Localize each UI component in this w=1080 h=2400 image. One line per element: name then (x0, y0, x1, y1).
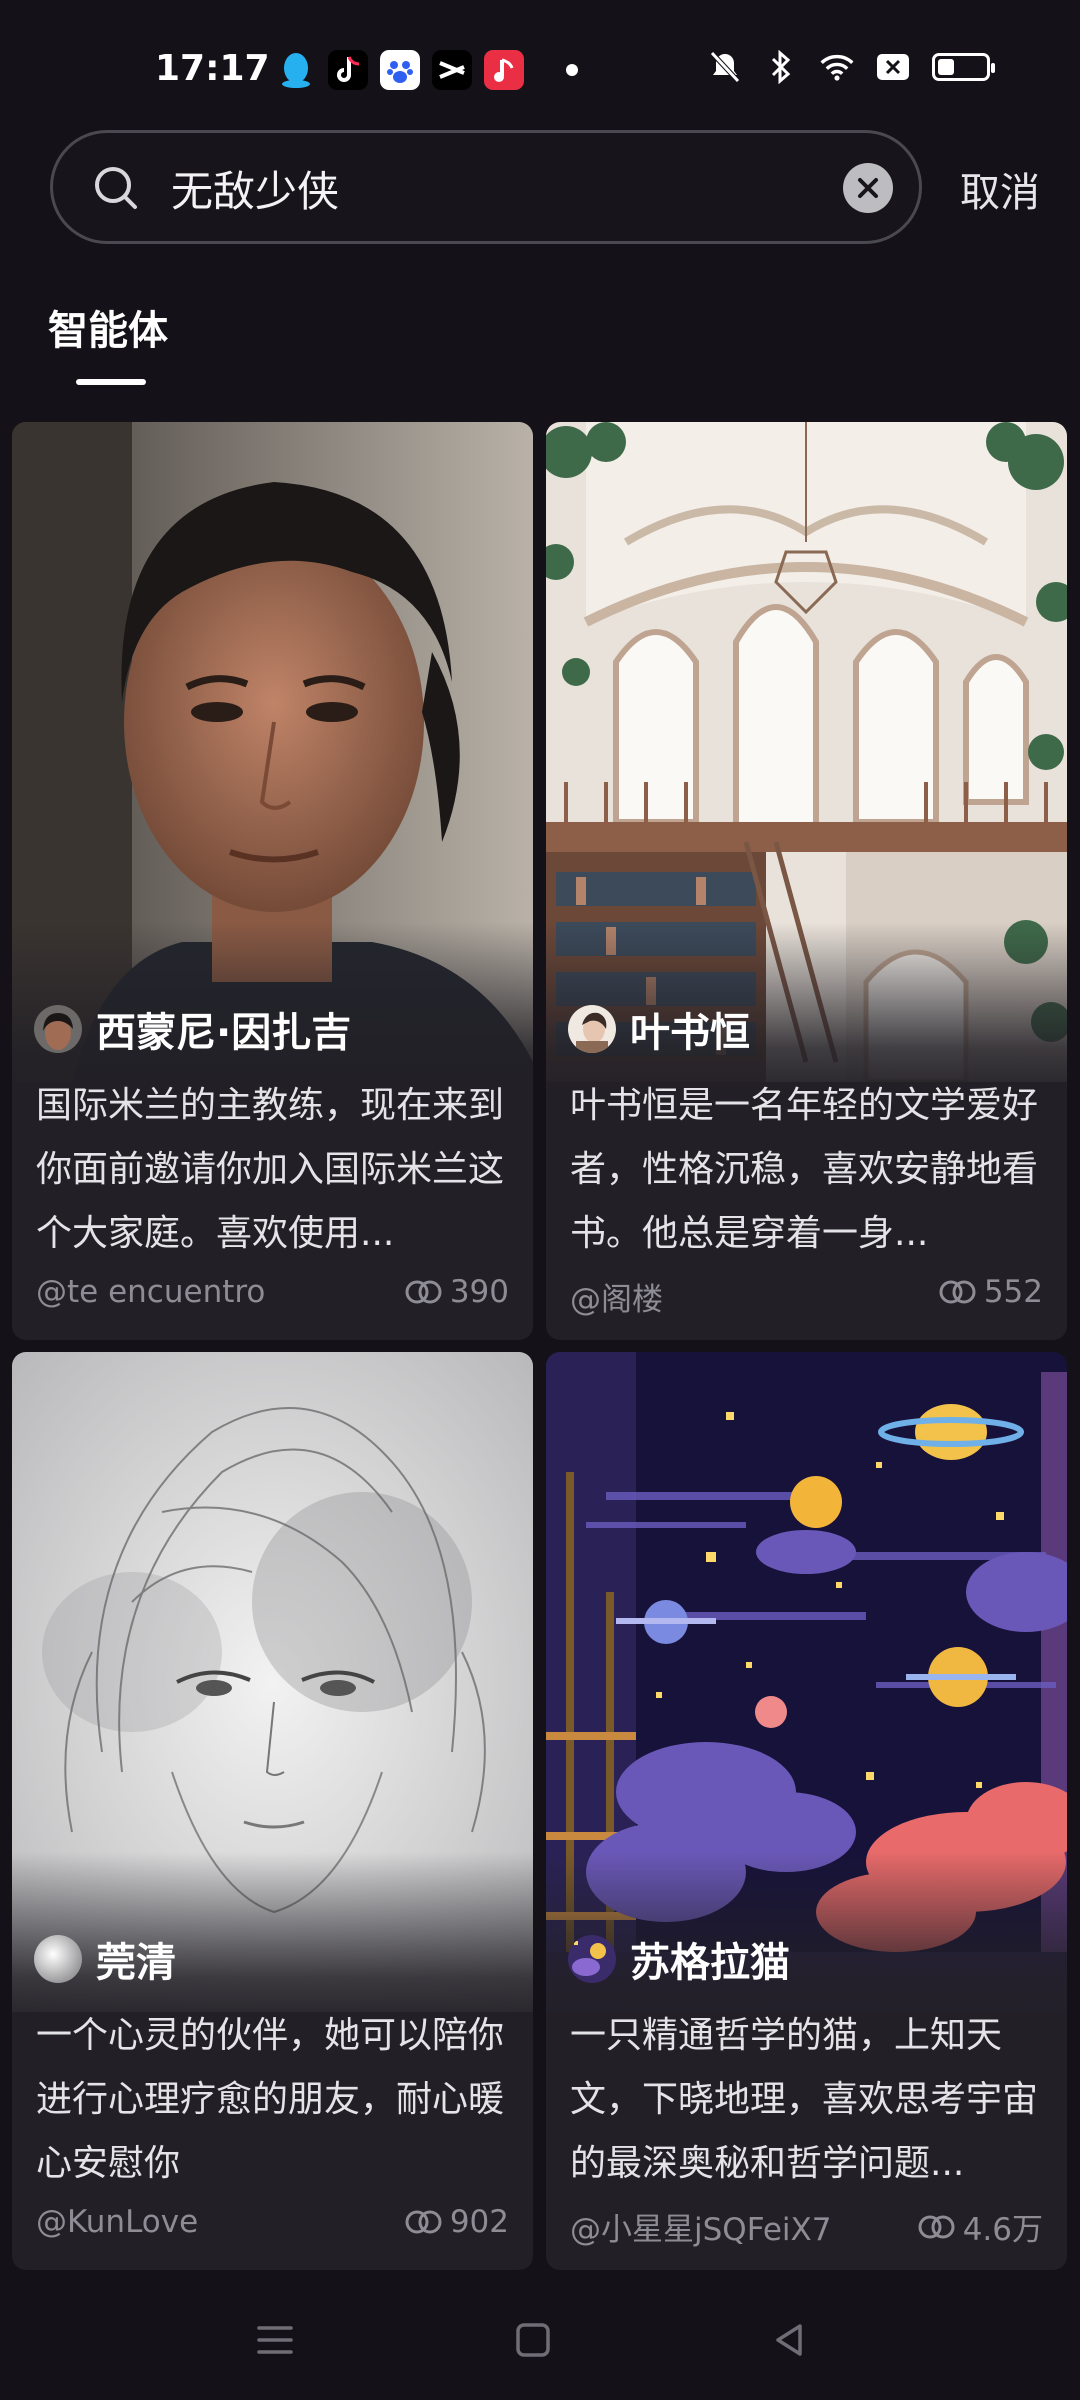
chat-count-value: 902 (449, 2204, 509, 2240)
agent-description: 国际米兰的主教练，现在来到你面前邀请你加入国际米兰这个大家庭。喜欢使用... (36, 1085, 505, 1254)
agent-author[interactable]: @KunLove (36, 2204, 198, 2240)
home-icon (516, 2323, 550, 2357)
agent-author[interactable]: @阁楼 (570, 1274, 663, 1319)
avatar (34, 1005, 82, 1053)
status-time: 17:17 (155, 48, 270, 89)
avatar (34, 1935, 82, 1983)
tab-indicator (76, 379, 146, 385)
cancel-button[interactable]: 取消 (960, 160, 1040, 218)
music-icon (484, 50, 524, 90)
capcut-icon (432, 50, 472, 90)
agent-header: 莞清 (34, 1930, 176, 1988)
search-bar (50, 130, 922, 244)
agent-name: 莞清 (96, 1940, 176, 1986)
chat-count-icon (939, 1280, 976, 1304)
agent-description: 叶书恒是一名年轻的文学爱好者，性格沉稳，喜欢安静地看书。他总是穿着一身... (570, 1085, 1039, 1254)
recent-apps-button[interactable] (245, 2310, 305, 2370)
qq-icon (276, 50, 316, 90)
search-input[interactable] (169, 157, 793, 219)
agent-author[interactable]: @te encuentro (36, 1274, 265, 1310)
agent-name: 西蒙尼·因扎吉 (96, 1010, 352, 1056)
chat-count-value: 552 (983, 1274, 1043, 1310)
agent-card[interactable]: 苏格拉猫 一只精通哲学的猫，上知天文，下晓地理，喜欢思考宇宙的最深奥秘和哲学问题… (546, 1352, 1067, 2270)
back-button[interactable] (760, 2310, 820, 2370)
baidu-icon (380, 50, 420, 90)
chat-count-value: 390 (449, 1274, 509, 1310)
chat-count-icon (405, 1280, 442, 1304)
chat-count-value: 4.6万 (962, 2212, 1043, 2248)
agent-author[interactable]: @小星星jSQFeiX7 (570, 2204, 831, 2249)
clear-search-button[interactable] (843, 163, 893, 213)
agent-name: 叶书恒 (630, 1010, 750, 1056)
more-notifications-dot (566, 64, 578, 76)
wifi-icon (820, 50, 854, 84)
back-icon (776, 2324, 802, 2356)
chat-count: 4.6万 (917, 2204, 1043, 2249)
avatar (568, 1935, 616, 1983)
agent-header: 苏格拉猫 (568, 1930, 790, 1988)
system-navigation-bar (0, 2280, 1080, 2400)
agent-card[interactable]: 莞清 一个心灵的伙伴，她可以陪你进行心理疗愈的朋友，耐心暖心安慰你 @KunLo… (12, 1352, 533, 2270)
status-bar: 17:17 (0, 0, 1080, 130)
agent-header: 叶书恒 (568, 1000, 750, 1058)
sim-icon (876, 50, 910, 84)
agent-card[interactable]: 叶书恒 叶书恒是一名年轻的文学爱好者，性格沉稳，喜欢安静地看书。他总是穿着一身.… (546, 422, 1067, 1340)
agent-card[interactable]: 西蒙尼·因扎吉 国际米兰的主教练，现在来到你面前邀请你加入国际米兰这个大家庭。喜… (12, 422, 533, 1340)
agent-description: 一个心灵的伙伴，她可以陪你进行心理疗愈的朋友，耐心暖心安慰你 (36, 2015, 505, 2184)
notification-icons (276, 50, 578, 90)
chat-count-icon (918, 2215, 955, 2238)
bluetooth-icon (764, 50, 798, 84)
avatar (568, 1005, 616, 1053)
agent-header: 西蒙尼·因扎吉 (34, 1000, 351, 1058)
chat-count-icon (405, 2210, 442, 2234)
tab-agents[interactable]: 智能体 (48, 298, 168, 356)
close-icon (858, 178, 878, 198)
battery-icon (932, 53, 995, 81)
agent-name: 苏格拉猫 (630, 1940, 790, 1986)
chat-count: 390 (404, 1274, 509, 1310)
chat-count: 902 (404, 2204, 509, 2240)
tiktok-icon (328, 50, 368, 90)
system-icons (708, 50, 995, 84)
search-icon (95, 167, 137, 209)
menu-icon (257, 2326, 293, 2354)
home-button[interactable] (503, 2310, 563, 2370)
agent-description: 一只精通哲学的猫，上知天文，下晓地理，喜欢思考宇宙的最深奥秘和哲学问题... (570, 2015, 1039, 2184)
chat-count: 552 (938, 1274, 1043, 1310)
mute-icon (708, 50, 742, 84)
